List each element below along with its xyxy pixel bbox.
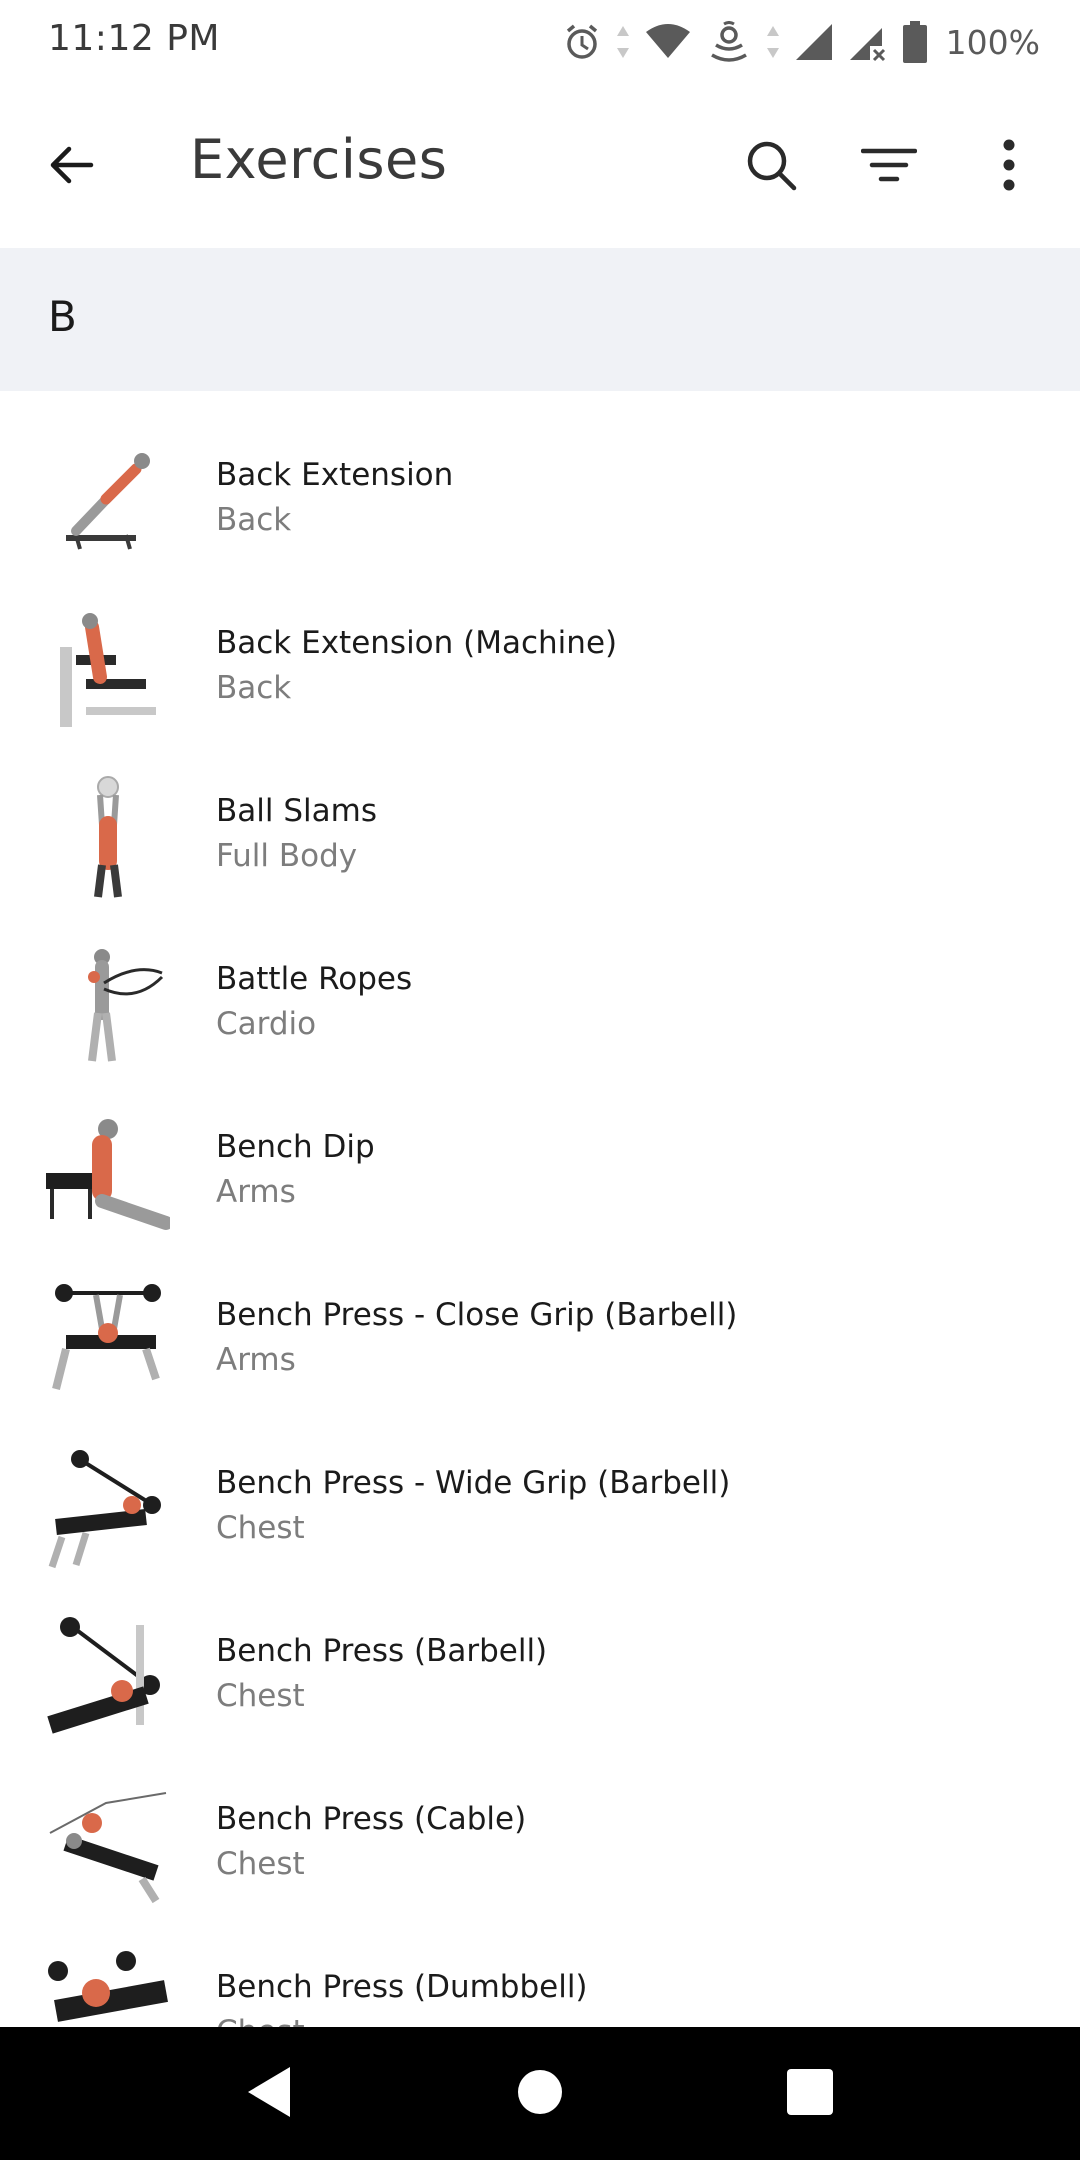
data-arrows-icon (766, 24, 780, 60)
exercise-category: Arms (216, 1342, 296, 1378)
exercise-item-bench-press-cable[interactable]: Bench Press (Cable) Chest (0, 1755, 1080, 1923)
status-time: 11:12 PM (48, 18, 220, 59)
exercise-category: Cardio (216, 1006, 317, 1042)
exercise-category: Chest (216, 1846, 305, 1882)
filter-icon (860, 145, 918, 189)
exercise-list: Back Extension Back Back Extension (Mach… (0, 411, 1080, 2091)
exercise-thumbnail (48, 1450, 161, 1569)
exercise-category: Back (216, 502, 292, 538)
nav-home-icon (517, 2069, 563, 2119)
page-title: Exercises (190, 128, 448, 191)
back-arrow-icon (47, 141, 95, 193)
status-bar: 11:12 PM 100% (0, 0, 1080, 84)
nav-home-button[interactable] (507, 2061, 573, 2127)
exercise-category: Chest (216, 1678, 305, 1714)
exercise-name: Bench Press (Dumbbell) (216, 1969, 588, 2005)
exercise-name: Battle Ropes (216, 961, 413, 997)
data-arrows-icon (616, 24, 630, 60)
signal-icon (794, 22, 834, 62)
filter-button[interactable] (854, 132, 924, 202)
nav-back-icon (244, 2065, 294, 2123)
more-vert-icon (1001, 139, 1017, 195)
exercise-thumbnail (60, 613, 156, 727)
exercise-category: Chest (216, 1510, 305, 1546)
battery-icon (902, 21, 928, 63)
exercise-name: Bench Press (Barbell) (216, 1633, 548, 1669)
exercise-item-bench-press-wide-grip-barbell[interactable]: Bench Press - Wide Grip (Barbell) Chest (0, 1419, 1080, 1587)
section-letter: B (48, 292, 77, 341)
system-nav-bar (0, 2027, 1080, 2160)
exercise-name: Bench Press - Close Grip (Barbell) (216, 1297, 738, 1333)
exercise-name: Bench Press (Cable) (216, 1801, 527, 1837)
hotspot-icon (706, 21, 752, 63)
app-bar: Exercises (0, 84, 1080, 248)
alarm-icon (562, 22, 602, 62)
exercise-category: Full Body (216, 838, 358, 874)
nav-recents-icon (786, 2068, 834, 2120)
exercise-thumbnail (52, 1284, 161, 1390)
exercise-category: Back (216, 670, 292, 706)
battery-percent: 100% (945, 22, 1040, 62)
search-icon (744, 138, 798, 196)
back-button[interactable] (38, 134, 104, 200)
exercise-name: Ball Slams (216, 793, 377, 829)
exercise-item-bench-press-close-grip-barbell[interactable]: Bench Press - Close Grip (Barbell) Arms (0, 1251, 1080, 1419)
exercise-item-bench-press-barbell[interactable]: Bench Press (Barbell) Chest (0, 1587, 1080, 1755)
wifi-icon (644, 22, 692, 62)
exercise-thumbnail (66, 453, 150, 550)
nav-back-button[interactable] (236, 2061, 302, 2127)
exercise-thumbnail (47, 1617, 160, 1734)
exercise-item-battle-ropes[interactable]: Battle Ropes Cardio (0, 915, 1080, 1083)
exercise-thumbnail (49, 1792, 167, 1904)
search-button[interactable] (736, 132, 806, 202)
exercise-item-back-extension[interactable]: Back Extension Back (0, 411, 1080, 579)
exercise-name: Back Extension (Machine) (216, 625, 618, 661)
exercise-name: Bench Dip (216, 1129, 375, 1165)
exercise-item-bench-dip[interactable]: Bench Dip Arms (0, 1083, 1080, 1251)
more-options-button[interactable] (974, 132, 1044, 202)
exercise-thumbnail (88, 949, 164, 1062)
exercise-name: Back Extension (216, 457, 454, 493)
exercise-thumbnail (46, 1119, 170, 1230)
nav-recents-button[interactable] (777, 2061, 843, 2127)
exercise-thumbnail (94, 776, 122, 898)
signal-no-sim-icon (848, 22, 888, 62)
exercise-item-back-extension-machine[interactable]: Back Extension (Machine) Back (0, 579, 1080, 747)
section-header: B (0, 248, 1080, 391)
exercise-category: Arms (216, 1174, 296, 1210)
exercise-item-ball-slams[interactable]: Ball Slams Full Body (0, 747, 1080, 915)
exercise-name: Bench Press - Wide Grip (Barbell) (216, 1465, 731, 1501)
status-icons: 100% (562, 16, 1040, 68)
